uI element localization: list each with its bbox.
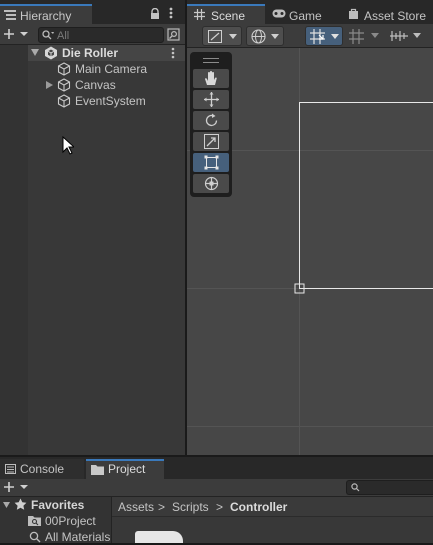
tab-hierarchy[interactable]: Hierarchy bbox=[0, 4, 92, 24]
grid-snap-icon bbox=[310, 29, 325, 44]
favorites-item-label: All Materials bbox=[45, 530, 110, 544]
hierarchy-list-icon bbox=[4, 9, 16, 21]
lock-icon[interactable] bbox=[150, 8, 160, 19]
grid-icon bbox=[194, 9, 205, 20]
gameobject-cube-icon bbox=[57, 94, 71, 108]
create-asset-dropdown-button[interactable] bbox=[4, 481, 30, 493]
grid-snapping-toggle[interactable] bbox=[305, 26, 343, 46]
tab-game-label: Game bbox=[289, 9, 322, 23]
globe-icon bbox=[251, 29, 266, 44]
breadcrumb-separator: > bbox=[158, 500, 165, 514]
create-dropdown-button[interactable] bbox=[4, 28, 30, 40]
hand-icon bbox=[204, 71, 218, 86]
hierarchy-item[interactable]: EventSystem bbox=[28, 93, 185, 109]
scale-tool-button[interactable] bbox=[193, 132, 229, 151]
script-asset-icon[interactable] bbox=[135, 531, 183, 543]
gizmo-sphere-dropdown[interactable] bbox=[246, 26, 284, 46]
hierarchy-search-input[interactable] bbox=[57, 29, 167, 43]
breadcrumb-item[interactable]: Scripts bbox=[172, 500, 209, 514]
drag-handle-icon[interactable] bbox=[203, 58, 219, 63]
scale-icon bbox=[204, 134, 219, 149]
rotate-tool-button[interactable] bbox=[193, 111, 229, 130]
tab-project-label: Project bbox=[108, 462, 145, 476]
mouse-cursor-icon bbox=[62, 136, 74, 155]
tools-overlay[interactable] bbox=[190, 52, 232, 197]
tab-hierarchy-label: Hierarchy bbox=[20, 9, 71, 23]
search-icon bbox=[29, 531, 41, 543]
breadcrumb-item[interactable]: Assets bbox=[118, 500, 154, 514]
project-search-field[interactable] bbox=[346, 480, 433, 495]
search-folder-icon bbox=[28, 515, 42, 527]
tab-project[interactable]: Project bbox=[86, 459, 164, 479]
move-icon bbox=[204, 92, 219, 107]
favorites-item-label: 00Project bbox=[45, 514, 96, 528]
scene-name: Die Roller bbox=[62, 46, 118, 60]
search-icon bbox=[42, 30, 54, 40]
hierarchy-item-label: Main Camera bbox=[75, 62, 147, 76]
chevron-down-icon bbox=[371, 33, 379, 38]
scene-visibility-icon[interactable] bbox=[167, 28, 180, 41]
tab-scene[interactable]: Scene bbox=[187, 4, 265, 24]
favorites-label: Favorites bbox=[31, 498, 84, 512]
hierarchy-item[interactable]: Main Camera bbox=[28, 61, 185, 77]
hierarchy-gutter bbox=[0, 45, 28, 456]
rect-tool-button[interactable] bbox=[193, 153, 229, 172]
star-icon bbox=[14, 498, 27, 511]
favorites-row[interactable]: Favorites bbox=[0, 497, 111, 513]
tab-console-label: Console bbox=[20, 462, 64, 476]
hierarchy-item-label: Canvas bbox=[75, 78, 116, 92]
unity-scene-icon bbox=[44, 46, 58, 60]
hand-tool-button[interactable] bbox=[193, 69, 229, 88]
breadcrumb: Assets > Scripts > Controller bbox=[112, 497, 433, 517]
tab-asset-store[interactable]: Asset Store bbox=[343, 4, 433, 24]
transform-tool-button[interactable] bbox=[193, 174, 229, 193]
breadcrumb-item-current[interactable]: Controller bbox=[230, 500, 287, 514]
tab-console[interactable]: Console bbox=[0, 459, 84, 479]
gameobject-cube-icon bbox=[57, 62, 71, 76]
shading-mode-icon bbox=[208, 30, 222, 43]
breadcrumb-separator: > bbox=[216, 500, 223, 514]
tab-game[interactable]: Game bbox=[267, 4, 339, 24]
collapsed-arrow-icon[interactable] bbox=[46, 81, 53, 89]
transform-icon bbox=[204, 176, 219, 191]
chevron-down-icon bbox=[271, 34, 279, 39]
ruler-icon bbox=[390, 30, 408, 42]
search-icon bbox=[351, 483, 360, 492]
folder-icon bbox=[91, 464, 104, 475]
grid-visibility-dropdown[interactable] bbox=[346, 26, 384, 46]
hierarchy-item[interactable]: Canvas bbox=[28, 77, 185, 93]
hierarchy-item-label: EventSystem bbox=[75, 94, 146, 108]
increment-snap-dropdown[interactable] bbox=[388, 26, 428, 46]
move-tool-button[interactable] bbox=[193, 90, 229, 109]
tab-asset-store-label: Asset Store bbox=[364, 9, 426, 23]
rotate-icon bbox=[204, 113, 219, 128]
scene-menu-icon[interactable] bbox=[171, 47, 175, 59]
tab-scene-label: Scene bbox=[211, 9, 245, 23]
favorites-item[interactable]: 00Project bbox=[0, 513, 111, 529]
project-folder-tree: Favorites 00Project All Materials bbox=[0, 497, 112, 543]
gamepad-icon bbox=[272, 9, 286, 18]
canvas-rect-outline bbox=[300, 103, 433, 289]
draw-mode-dropdown[interactable] bbox=[202, 26, 242, 46]
chevron-down-icon bbox=[331, 34, 339, 39]
grid-toggle-icon bbox=[349, 29, 364, 44]
chevron-down-icon bbox=[229, 34, 237, 39]
console-icon bbox=[5, 464, 16, 474]
bag-icon bbox=[348, 8, 359, 19]
hierarchy-search-field[interactable] bbox=[38, 27, 164, 43]
gameobject-cube-icon bbox=[57, 78, 71, 92]
expand-arrow-icon[interactable] bbox=[3, 502, 10, 508]
scene-root-row[interactable]: Die Roller bbox=[28, 45, 185, 61]
chevron-down-icon bbox=[413, 33, 421, 38]
more-options-icon[interactable] bbox=[169, 7, 173, 19]
rect-icon bbox=[204, 155, 219, 170]
expand-arrow-icon[interactable] bbox=[31, 49, 39, 56]
